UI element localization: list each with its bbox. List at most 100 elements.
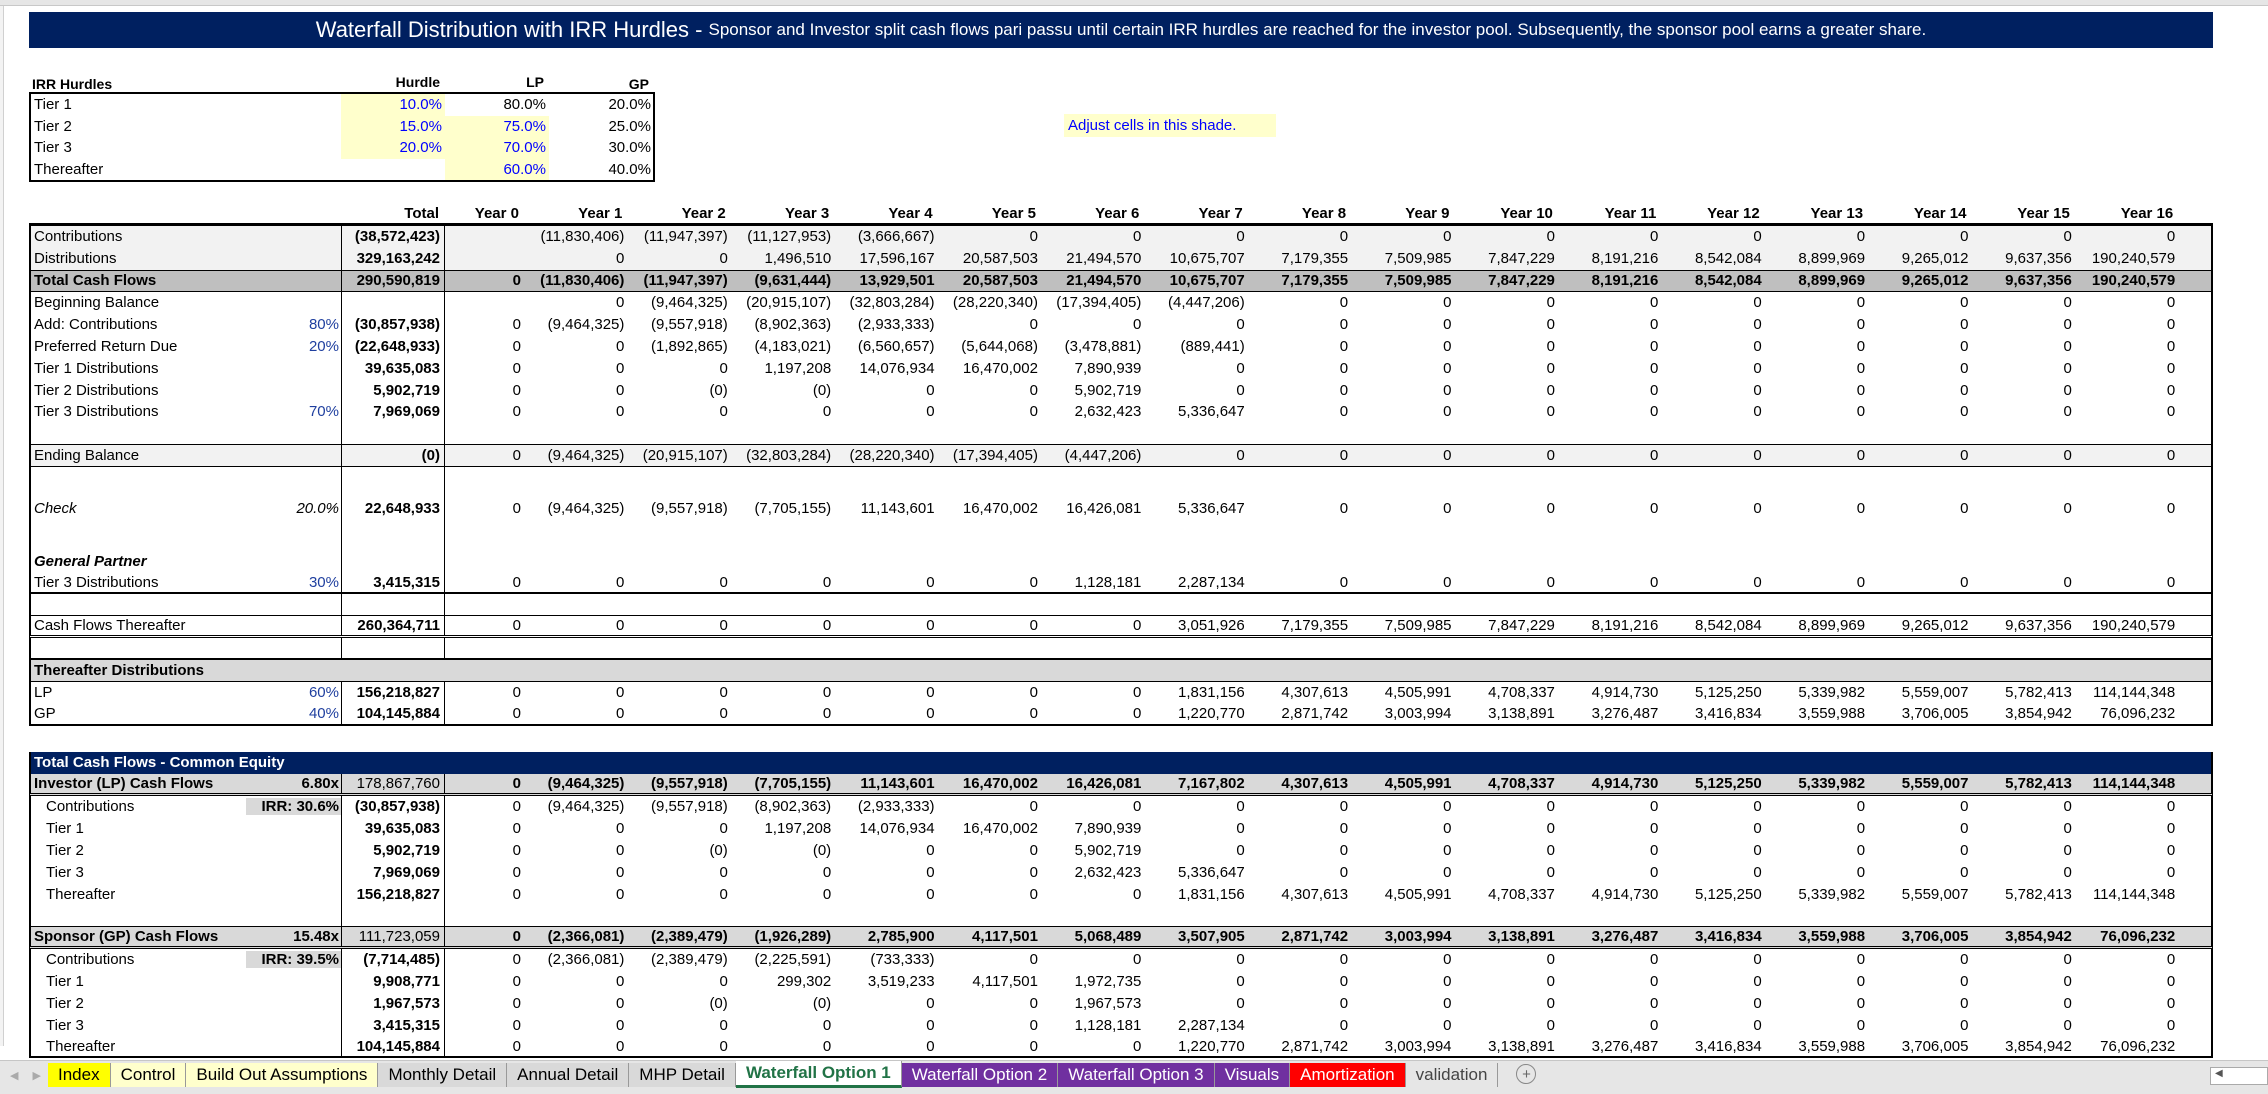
year-cell[interactable]: 0	[1352, 951, 1455, 968]
year-cell[interactable]: 0	[1662, 951, 1765, 968]
year-cell[interactable]: 3,559,988	[1766, 1038, 1869, 1055]
year-cell[interactable]: (9,464,325)	[525, 316, 628, 333]
total-cell[interactable]: 104,145,884	[341, 703, 445, 724]
year-cell[interactable]: 0	[1559, 820, 1662, 837]
year-cell[interactable]: 0	[1869, 798, 1972, 815]
year-cell[interactable]: 0	[1972, 447, 2075, 464]
year-cell[interactable]: (733,333)	[835, 951, 938, 968]
total-cell[interactable]	[341, 528, 445, 551]
total-cell[interactable]: (38,572,423)	[341, 225, 445, 248]
year-cell[interactable]: 0	[1662, 316, 1765, 333]
year-cell[interactable]: 0	[1456, 842, 1559, 859]
year-cell[interactable]: 0	[1145, 973, 1248, 990]
year-cell[interactable]: 0	[525, 886, 628, 903]
year-cell[interactable]: 20,587,503	[939, 272, 1042, 289]
year-cell[interactable]: 1,967,573	[1042, 995, 1145, 1012]
year-cell[interactable]: 2,785,900	[835, 928, 938, 945]
year-cell[interactable]: 0	[1972, 842, 2075, 859]
year-cell[interactable]: 0	[525, 995, 628, 1012]
year-cell[interactable]: 0	[1972, 316, 2075, 333]
year-cell[interactable]: 0	[732, 1038, 835, 1055]
year-cell[interactable]: 0	[939, 403, 1042, 420]
year-cell[interactable]: 0	[835, 617, 938, 634]
scroll-left-icon[interactable]: ◀	[2215, 1068, 2223, 1079]
year-cell[interactable]: 0	[1766, 820, 1869, 837]
year-cell[interactable]: 5,782,413	[1972, 886, 2075, 903]
year-cell[interactable]: (11,947,397)	[628, 228, 731, 245]
year-cell[interactable]: 16,470,002	[939, 820, 1042, 837]
year-cell[interactable]: 0	[1559, 360, 1662, 377]
year-cell[interactable]: 0	[445, 798, 525, 815]
year-cell[interactable]: (11,830,406)	[525, 228, 628, 245]
year-cell[interactable]: 0	[1042, 316, 1145, 333]
year-cell[interactable]: 7,847,229	[1456, 617, 1559, 634]
year-cell[interactable]: 0	[2076, 798, 2179, 815]
year-cell[interactable]: 0	[1559, 864, 1662, 881]
sheet-tab-validation[interactable]: validation	[1405, 1063, 1499, 1087]
year-cell[interactable]: 0	[1249, 338, 1352, 355]
year-cell[interactable]: 2,632,423	[1042, 403, 1145, 420]
sheet-tab-index[interactable]: Index	[48, 1063, 111, 1087]
year-cell[interactable]: 0	[445, 775, 525, 792]
year-cell[interactable]: 0	[525, 973, 628, 990]
year-cell[interactable]: 7,509,985	[1352, 272, 1455, 289]
year-cell[interactable]: 0	[1352, 316, 1455, 333]
year-cell[interactable]: 0	[525, 684, 628, 701]
year-cell[interactable]: 0	[1972, 798, 2075, 815]
year-cell[interactable]: 3,003,994	[1352, 1038, 1455, 1055]
year-cell[interactable]: 8,542,084	[1662, 617, 1765, 634]
year-cell[interactable]: 0	[939, 995, 1042, 1012]
year-cell[interactable]: 0	[445, 316, 525, 333]
year-cell[interactable]: 0	[2076, 500, 2179, 517]
year-cell[interactable]: 0	[525, 1017, 628, 1034]
year-cell[interactable]: 9,265,012	[1869, 250, 1972, 267]
year-cell[interactable]: 0	[1352, 360, 1455, 377]
year-cell[interactable]: 0	[2076, 864, 2179, 881]
total-cell[interactable]	[341, 638, 445, 659]
year-cell[interactable]: 5,339,982	[1766, 775, 1869, 792]
year-cell[interactable]: (9,557,918)	[628, 500, 731, 517]
year-cell[interactable]: 0	[939, 842, 1042, 859]
year-cell[interactable]: 5,125,250	[1662, 886, 1765, 903]
year-cell[interactable]: 3,854,942	[1972, 928, 2075, 945]
total-cell[interactable]: 9,908,771	[341, 970, 445, 993]
year-cell[interactable]: 0	[2076, 820, 2179, 837]
year-cell[interactable]: (9,557,918)	[628, 775, 731, 792]
year-cell[interactable]: 16,470,002	[939, 500, 1042, 517]
year-cell[interactable]: 0	[1766, 864, 1869, 881]
year-cell[interactable]: 7,179,355	[1249, 272, 1352, 289]
year-cell[interactable]: 0	[1559, 574, 1662, 591]
year-cell[interactable]: (8,902,363)	[732, 798, 835, 815]
year-cell[interactable]: 0	[1559, 995, 1662, 1012]
year-cell[interactable]: (2,933,333)	[835, 316, 938, 333]
year-cell[interactable]: 4,914,730	[1559, 886, 1662, 903]
year-cell[interactable]: 3,003,994	[1352, 928, 1455, 945]
year-cell[interactable]: 14,076,934	[835, 360, 938, 377]
year-cell[interactable]: 0	[1869, 1017, 1972, 1034]
year-cell[interactable]: 0	[1972, 338, 2075, 355]
year-cell[interactable]: 0	[939, 684, 1042, 701]
year-cell[interactable]: 114,144,348	[2076, 684, 2179, 701]
year-cell[interactable]: 0	[1352, 798, 1455, 815]
year-cell[interactable]: 0	[1766, 951, 1869, 968]
year-cell[interactable]: 0	[1972, 360, 2075, 377]
year-cell[interactable]: 3,416,834	[1662, 928, 1765, 945]
year-cell[interactable]: 0	[525, 338, 628, 355]
year-cell[interactable]: 0	[1662, 500, 1765, 517]
year-cell[interactable]: 0	[1042, 705, 1145, 722]
year-cell[interactable]: 0	[1662, 338, 1765, 355]
year-cell[interactable]: 0	[1145, 842, 1248, 859]
year-cell[interactable]: 0	[525, 617, 628, 634]
year-cell[interactable]: 0	[1456, 1017, 1559, 1034]
year-cell[interactable]: 4,307,613	[1249, 775, 1352, 792]
year-cell[interactable]: 0	[1249, 995, 1352, 1012]
year-cell[interactable]: 0	[1145, 995, 1248, 1012]
year-cell[interactable]: 0	[1766, 338, 1869, 355]
year-cell[interactable]: 3,276,487	[1559, 1038, 1662, 1055]
year-cell[interactable]: 76,096,232	[2076, 705, 2179, 722]
year-cell[interactable]: 1,197,208	[732, 820, 835, 837]
year-cell[interactable]: (32,803,284)	[732, 447, 835, 464]
year-cell[interactable]: 0	[525, 574, 628, 591]
year-cell[interactable]: 7,509,985	[1352, 250, 1455, 267]
year-cell[interactable]: 0	[835, 886, 938, 903]
